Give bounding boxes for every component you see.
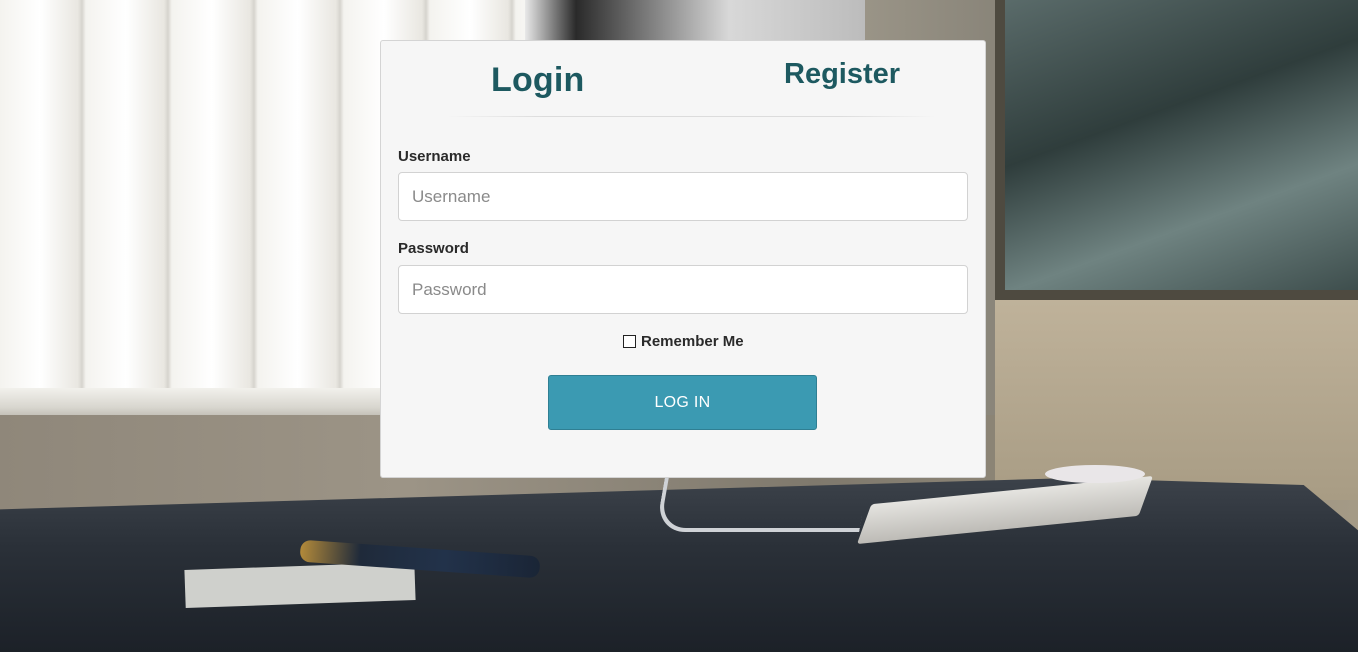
- password-label: Password: [398, 240, 469, 257]
- bg-paper: [184, 561, 416, 609]
- username-input[interactable]: [398, 172, 968, 221]
- username-label: Username: [398, 148, 471, 165]
- bg-mouse: [1045, 465, 1145, 483]
- tab-login[interactable]: Login: [491, 61, 585, 100]
- login-button[interactable]: LOG IN: [548, 375, 817, 430]
- remember-me-label: Remember Me: [641, 333, 744, 350]
- login-panel: Login Register Username Password Remembe…: [380, 40, 986, 478]
- password-input[interactable]: [398, 265, 968, 314]
- remember-me[interactable]: Remember Me: [623, 333, 744, 350]
- tab-divider: [446, 116, 936, 117]
- bg-monitor: [525, 0, 865, 42]
- bg-monitor-stand: [655, 478, 869, 532]
- bg-picture-frame: [995, 0, 1358, 300]
- remember-me-checkbox[interactable]: [623, 335, 636, 348]
- auth-tabs: Login Register: [381, 41, 985, 117]
- tab-register[interactable]: Register: [784, 58, 900, 91]
